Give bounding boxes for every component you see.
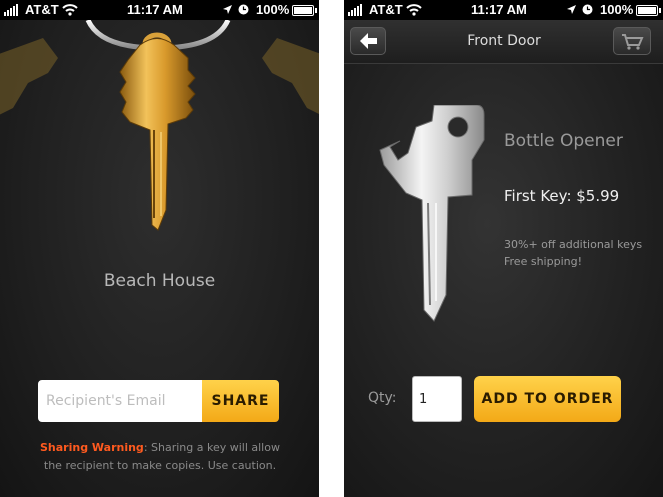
qty-input[interactable]	[412, 376, 462, 422]
battery-percent: 100%	[600, 2, 634, 17]
nav-title: Front Door	[467, 33, 541, 49]
share-button[interactable]: SHARE	[202, 380, 279, 422]
status-time: 11:17 AM	[471, 2, 527, 17]
qty-label: Qty:	[368, 390, 397, 406]
silver-key-image	[379, 105, 485, 322]
cart-icon	[622, 34, 644, 50]
location-icon	[567, 5, 576, 14]
nav-bar: Front Door	[344, 20, 663, 64]
status-bar: AT&T 11:17 AM 100%	[344, 0, 663, 20]
share-key-screen: AT&T 11:17 AM 100% Beach House Recipient…	[0, 0, 319, 497]
battery-percent: 100%	[256, 2, 290, 17]
warning-label: Sharing Warning	[40, 441, 144, 454]
status-bar: AT&T 11:17 AM 100%	[0, 0, 319, 20]
sharing-warning: Sharing Warning: Sharing a key will allo…	[30, 439, 290, 475]
key-name-label: Beach House	[103, 271, 216, 291]
promo-line-discount: 30%+ off additional keys	[504, 238, 643, 251]
battery-icon	[636, 5, 661, 16]
gold-key-image	[85, 20, 231, 231]
promo-line-shipping: Free shipping!	[504, 255, 582, 268]
battery-icon	[292, 5, 317, 16]
price-label: First Key: $5.99	[504, 187, 620, 205]
cart-button[interactable]	[613, 27, 651, 55]
wifi-icon	[62, 4, 78, 16]
product-name: Bottle Opener	[504, 131, 623, 151]
back-button[interactable]	[350, 27, 386, 55]
product-screen: AT&T 11:17 AM 100% Front Door Bottle Ope…	[344, 0, 663, 497]
back-arrow-icon	[360, 33, 377, 49]
key-silhouette-left	[0, 38, 58, 115]
add-to-order-button[interactable]: ADD TO ORDER	[474, 376, 621, 422]
promo-text: 30%+ off additional keys Free shipping!	[504, 236, 642, 270]
carrier-label: AT&T	[25, 2, 59, 17]
carrier-label: AT&T	[369, 2, 403, 17]
recipient-email-input[interactable]	[38, 380, 202, 422]
key-silhouette-right	[262, 38, 319, 114]
wifi-icon	[406, 4, 422, 16]
rotation-lock-icon	[582, 4, 593, 15]
rotation-lock-icon	[238, 4, 249, 15]
location-icon	[223, 5, 232, 14]
status-time: 11:17 AM	[127, 2, 183, 17]
